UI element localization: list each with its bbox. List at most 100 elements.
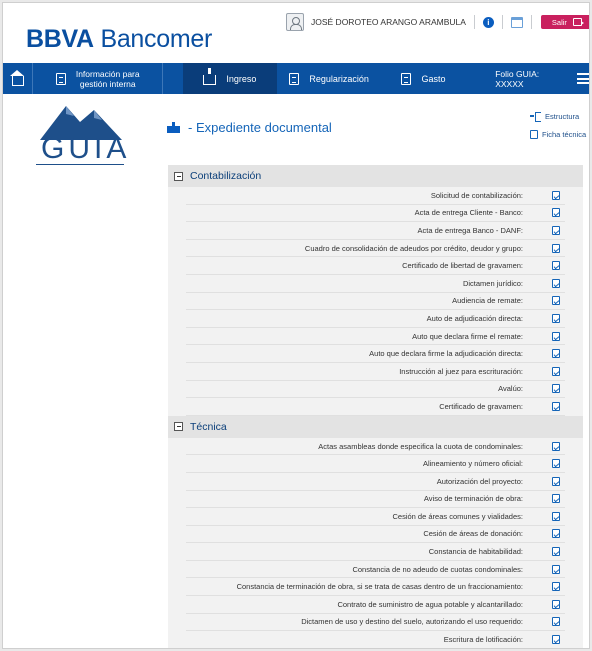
logo-bold-text: BBVA	[26, 25, 94, 53]
document-row: Cuadro de consolidación de adeudos por c…	[186, 240, 565, 258]
document-label: Avalúo:	[498, 384, 523, 394]
section-header[interactable]: Técnica	[168, 415, 583, 438]
upload-icon[interactable]	[552, 331, 560, 341]
home-button[interactable]	[3, 63, 34, 94]
document-row: Dictamen jurídico:	[186, 275, 565, 293]
document-label: Actas asambleas donde especifica la cuot…	[318, 441, 523, 451]
document-row: Instrucción al juez para escrituración:	[186, 363, 565, 381]
document-panel: Contabilización Solicitud de contabilizac…	[168, 165, 583, 648]
main-nav: Información para gestión interna Ingreso…	[3, 63, 589, 94]
upload-icon[interactable]	[552, 494, 560, 504]
upload-icon[interactable]	[552, 366, 560, 376]
document-label: Cesión de áreas de donación:	[423, 529, 523, 539]
document-row: Certificado de gravamen:	[186, 398, 565, 416]
calendar-icon[interactable]	[510, 16, 523, 28]
document-row: Auto que declara firme el remate:	[186, 328, 565, 346]
upload-icon[interactable]	[552, 401, 560, 411]
upload-icon[interactable]	[552, 511, 560, 521]
nav-item-informacion[interactable]: Información para gestión interna	[33, 63, 164, 94]
document-label: Dictamen de uso y destino del suelo, aut…	[301, 617, 523, 627]
section-title: Técnica	[190, 420, 227, 433]
link-label: Estructura	[545, 111, 580, 121]
info-icon[interactable]: i	[482, 16, 494, 28]
menu-icon[interactable]	[577, 73, 589, 84]
home-icon	[9, 69, 24, 86]
upload-icon[interactable]	[552, 278, 560, 288]
upload-icon[interactable]	[552, 476, 560, 486]
collapse-icon[interactable]	[174, 171, 183, 181]
document-row: Constancia de no adeudo de cuotas condom…	[186, 561, 565, 579]
document-row: Certificado de libertad de gravamen:	[186, 257, 565, 275]
upload-icon[interactable]	[552, 225, 560, 235]
document-icon	[55, 72, 66, 85]
document-label: Constancia de habitabilidad:	[428, 547, 523, 557]
divider	[530, 15, 532, 29]
document-label: Aviso de terminación de obra:	[423, 494, 523, 504]
document-row: Aviso de terminación de obra:	[186, 491, 565, 509]
upload-icon[interactable]	[552, 313, 560, 323]
upload-icon[interactable]	[552, 208, 560, 218]
document-label: Dictamen jurídico:	[462, 278, 523, 288]
document-row: Dictamen de uso y destino del suelo, aut…	[186, 614, 565, 632]
document-label: Acta de entrega Banco - DANF:	[417, 225, 523, 235]
section-title: Contabilización	[190, 170, 262, 182]
page-title: - Expediente documental	[188, 120, 332, 135]
document-label: Cuadro de consolidación de adeudos por c…	[304, 243, 523, 253]
guia-logo[interactable]: GUIA	[36, 102, 126, 168]
user-bar: JOSÉ DOROTEO ARANGO ARAMBULA i Salir	[286, 12, 589, 32]
upload-icon[interactable]	[552, 349, 560, 359]
upload-icon[interactable]	[552, 459, 560, 469]
upload-icon[interactable]	[552, 261, 560, 271]
document-row: Auto que declara firme la adjudicación d…	[186, 345, 565, 363]
document-label: Alineamiento y número oficial:	[422, 459, 523, 469]
upload-icon[interactable]	[552, 635, 560, 645]
bbva-logo[interactable]: BBVA Bancomer	[26, 25, 212, 54]
upload-icon[interactable]	[552, 296, 560, 306]
exit-icon	[572, 18, 584, 26]
nav-item-label: Información para gestión interna	[76, 69, 140, 89]
document-label: Contrato de suministro de agua potable y…	[337, 599, 523, 609]
upload-icon[interactable]	[552, 564, 560, 574]
document-label: Instrucción al juez para escrituración:	[399, 366, 523, 376]
upload-icon[interactable]	[552, 243, 560, 253]
user-name: JOSÉ DOROTEO ARANGO ARAMBULA	[311, 17, 466, 27]
document-row: Acta de entrega Cliente - Banco:	[186, 205, 565, 223]
document-label: Certificado de gravamen:	[439, 401, 523, 411]
document-row: Avalúo:	[186, 381, 565, 399]
guia-logo-text: GUIA	[41, 132, 131, 165]
logout-button[interactable]: Salir	[540, 15, 589, 29]
upload-icon[interactable]	[552, 441, 560, 451]
upload-icon[interactable]	[552, 547, 560, 557]
document-row: Contrato de suministro de agua potable y…	[186, 596, 565, 614]
section-header[interactable]: Contabilización	[168, 165, 583, 187]
ficha-tecnica-link[interactable]: Ficha técnica	[530, 125, 586, 143]
nav-item-gasto[interactable]: Gasto	[380, 63, 467, 94]
document-row: Autorización del proyecto:	[186, 473, 565, 491]
nav-item-label: Ingreso	[226, 73, 257, 84]
document-label: Solicitud de contabilización:	[430, 190, 523, 200]
nav-item-ingreso[interactable]: Ingreso	[183, 63, 277, 94]
avatar-icon	[286, 13, 304, 31]
document-label: Cesión de áreas comunes y vialidades:	[392, 511, 524, 521]
nav-label-line: Información para	[75, 68, 140, 79]
nav-item-regularizacion[interactable]: Regularización	[283, 63, 376, 94]
document-label: Auto que declara firme la adjudicación d…	[369, 349, 523, 359]
form-icon	[289, 72, 300, 85]
collapse-icon[interactable]	[174, 422, 183, 432]
upload-icon[interactable]	[552, 582, 560, 592]
nav-item-label: Regularización	[309, 73, 369, 84]
document-row: Actas asambleas donde especifica la cuot…	[186, 438, 565, 456]
document-row: Audiencia de remate:	[186, 293, 565, 311]
nav-label-line: gestión interna	[79, 78, 136, 89]
page-header: - Expediente documental	[167, 120, 332, 135]
estructura-link[interactable]: Estructura	[530, 107, 586, 125]
upload-icon[interactable]	[552, 529, 560, 539]
upload-icon[interactable]	[552, 190, 560, 200]
folio-label: Folio GUIA: XXXXX	[495, 68, 540, 89]
upload-icon[interactable]	[552, 599, 560, 609]
divider	[501, 15, 503, 29]
document-label: Certificado de libertad de gravamen:	[402, 261, 523, 271]
upload-icon[interactable]	[552, 617, 560, 627]
document-row: Escritura de lotificación:	[186, 631, 565, 648]
upload-icon[interactable]	[552, 384, 560, 394]
